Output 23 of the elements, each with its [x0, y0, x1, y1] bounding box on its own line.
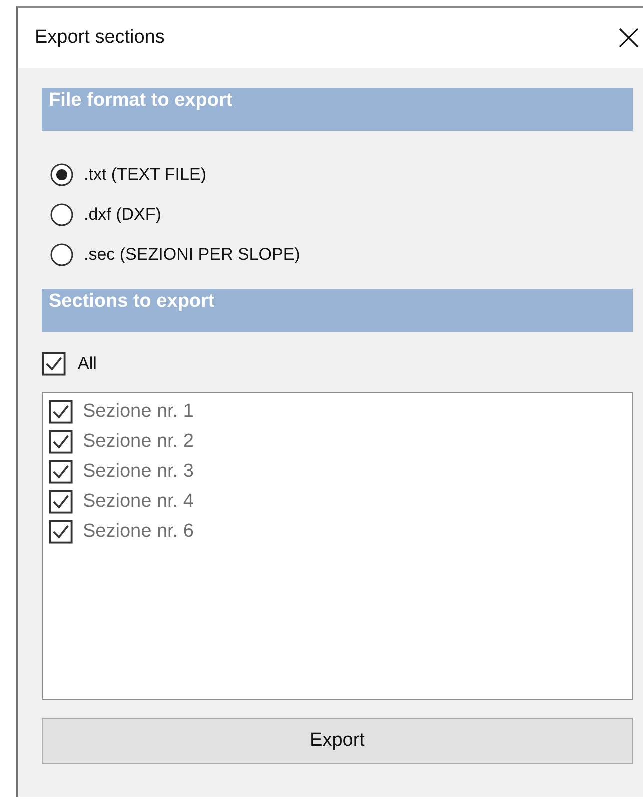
- checkbox[interactable]: [42, 352, 66, 376]
- radio-label[interactable]: .txt (TEXT FILE): [84, 165, 206, 185]
- section-header: File format to export: [42, 88, 633, 131]
- checkbox[interactable]: [49, 430, 73, 454]
- list-item-label[interactable]: Sezione nr. 2: [83, 431, 194, 453]
- checkbox[interactable]: [49, 490, 73, 514]
- list-item-label[interactable]: Sezione nr. 6: [83, 521, 194, 543]
- radio-button[interactable]: [50, 203, 74, 227]
- checkbox[interactable]: [49, 400, 73, 424]
- list-item-label[interactable]: Sezione nr. 3: [83, 461, 194, 483]
- window-title: Export sections: [35, 27, 165, 49]
- radio-label[interactable]: .dxf (DXF): [84, 205, 162, 225]
- list-item-label[interactable]: Sezione nr. 4: [83, 491, 194, 513]
- section-header: Sections to export: [42, 289, 633, 332]
- list-item-label[interactable]: Sezione nr. 1: [83, 401, 194, 423]
- checkbox[interactable]: [49, 520, 73, 544]
- radio-label[interactable]: .sec (SEZIONI PER SLOPE): [84, 245, 300, 265]
- checkbox-label[interactable]: All: [78, 354, 97, 374]
- export-button[interactable]: Export: [42, 718, 633, 764]
- radio-button[interactable]: [50, 163, 74, 187]
- radio-button[interactable]: [50, 243, 74, 267]
- close-icon[interactable]: [618, 27, 640, 49]
- checkbox[interactable]: [49, 460, 73, 484]
